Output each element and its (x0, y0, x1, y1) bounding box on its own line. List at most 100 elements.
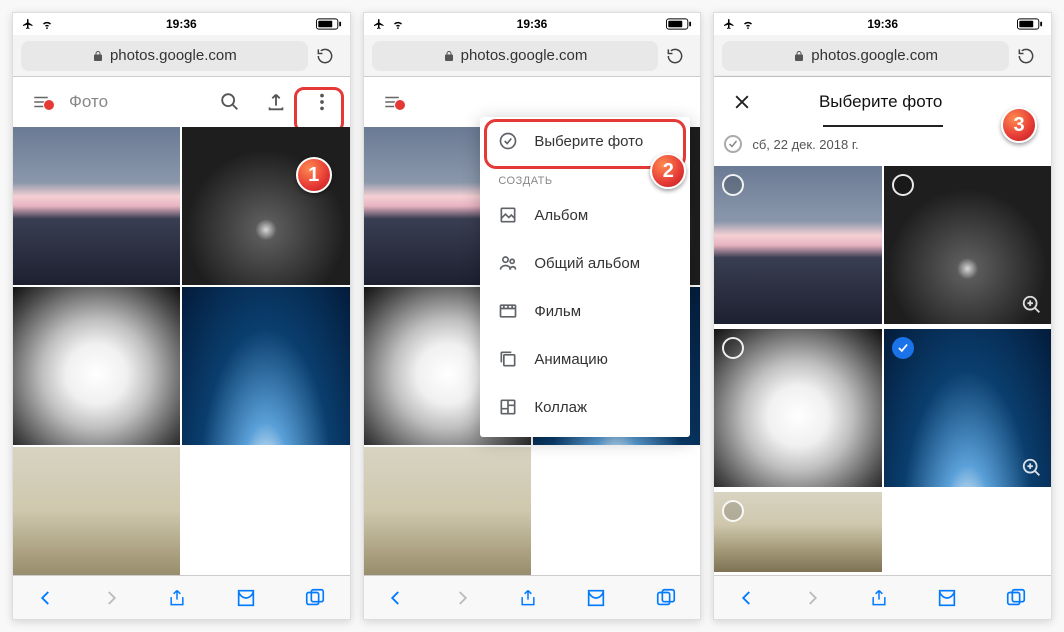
bookmarks-button[interactable] (585, 587, 607, 609)
menu-item-animation[interactable]: Анимацию (480, 335, 690, 383)
status-time: 19:36 (517, 17, 548, 31)
menu-item-shared-album[interactable]: Общий альбом (480, 239, 690, 287)
url-field[interactable]: photos.google.com (722, 41, 1009, 71)
reload-icon[interactable] (1016, 46, 1036, 66)
battery-icon (1017, 18, 1043, 30)
menu-item-collage[interactable]: Коллаж (480, 383, 690, 431)
collage-icon (498, 397, 518, 417)
status-bar: 19:36 (13, 13, 350, 35)
notification-dot (43, 99, 55, 111)
photo-thumbnail[interactable] (714, 166, 881, 324)
app-header: Фото (13, 77, 350, 127)
album-icon (498, 205, 518, 225)
reload-icon[interactable] (315, 46, 335, 66)
upload-button[interactable] (254, 91, 298, 113)
menu-item-album[interactable]: Альбом (480, 191, 690, 239)
bookmarks-button[interactable] (235, 587, 257, 609)
photo-thumbnail[interactable] (182, 287, 349, 445)
close-selection-button[interactable] (720, 92, 764, 112)
safari-toolbar (364, 575, 701, 619)
browser-url-bar: photos.google.com (13, 35, 350, 77)
safari-toolbar (714, 575, 1051, 619)
airplane-mode-icon (372, 18, 386, 30)
reload-icon[interactable] (665, 46, 685, 66)
photo-thumbnail[interactable] (884, 166, 1051, 324)
status-time: 19:36 (166, 17, 197, 31)
photo-thumbnail[interactable] (714, 329, 881, 487)
url-text: photos.google.com (811, 47, 938, 64)
wifi-icon (740, 18, 756, 30)
selection-check-icon[interactable] (892, 337, 914, 359)
lock-icon (443, 49, 455, 63)
menu-button[interactable] (19, 93, 63, 111)
tabs-button[interactable] (655, 587, 677, 609)
step-badge-1: 1 (296, 157, 332, 193)
photo-thumbnail[interactable] (364, 447, 531, 575)
status-bar: 19:36 (364, 13, 701, 35)
selection-header: Выберите фото (714, 77, 1051, 127)
safari-toolbar (13, 575, 350, 619)
url-text: photos.google.com (461, 47, 588, 64)
wifi-icon (390, 18, 406, 30)
shared-album-icon (498, 253, 518, 273)
notification-dot (394, 99, 406, 111)
url-field[interactable]: photos.google.com (21, 41, 308, 71)
menu-item-label: Анимацию (534, 351, 608, 368)
selection-circle-icon[interactable] (722, 174, 744, 196)
photo-thumbnail[interactable] (714, 492, 881, 572)
page-title: Фото (65, 92, 206, 112)
url-field[interactable]: photos.google.com (372, 41, 659, 71)
battery-icon (316, 18, 342, 30)
battery-icon (666, 18, 692, 30)
menu-item-label: Коллаж (534, 399, 587, 416)
more-button[interactable] (300, 91, 344, 113)
browser-url-bar: photos.google.com (364, 35, 701, 77)
forward-button[interactable] (803, 587, 821, 609)
photo-thumbnail-selected[interactable] (884, 329, 1051, 487)
selection-circle-icon[interactable] (722, 500, 744, 522)
search-button[interactable] (208, 91, 252, 113)
browser-url-bar: photos.google.com (714, 35, 1051, 77)
forward-button[interactable] (453, 587, 471, 609)
share-button[interactable] (167, 586, 187, 610)
menu-item-movie[interactable]: Фильм (480, 287, 690, 335)
check-circle-icon (498, 131, 518, 151)
date-group-header[interactable]: сб, 22 дек. 2018 г. (714, 127, 1051, 161)
tabs-button[interactable] (304, 587, 326, 609)
forward-button[interactable] (102, 587, 120, 609)
url-text: photos.google.com (110, 47, 237, 64)
zoom-icon[interactable] (1021, 457, 1043, 479)
wifi-icon (39, 18, 55, 30)
menu-item-label: Выберите фото (534, 133, 643, 150)
status-time: 19:36 (867, 17, 898, 31)
tabs-button[interactable] (1005, 587, 1027, 609)
photo-grid (13, 127, 350, 575)
photo-thumbnail[interactable] (13, 287, 180, 445)
share-button[interactable] (518, 586, 538, 610)
selection-circle-icon[interactable] (892, 174, 914, 196)
select-all-day-checkbox[interactable] (724, 135, 742, 153)
airplane-mode-icon (722, 18, 736, 30)
phone-screen-1: 19:36 photos.google.com Фото 1 (12, 12, 351, 620)
photo-thumbnail[interactable] (13, 447, 180, 575)
zoom-icon[interactable] (1021, 294, 1043, 316)
movie-icon (498, 301, 518, 321)
status-bar: 19:36 (714, 13, 1051, 35)
animation-icon (498, 349, 518, 369)
share-button[interactable] (869, 586, 889, 610)
step-badge-3: 3 (1001, 107, 1037, 143)
menu-button[interactable] (370, 93, 414, 111)
back-button[interactable] (738, 587, 756, 609)
bookmarks-button[interactable] (936, 587, 958, 609)
lock-icon (92, 49, 104, 63)
phone-screen-2: 19:36 photos.google.com Выбери (363, 12, 702, 620)
back-button[interactable] (387, 587, 405, 609)
menu-item-label: Общий альбом (534, 255, 640, 272)
selection-circle-icon[interactable] (722, 337, 744, 359)
menu-item-label: Фильм (534, 303, 581, 320)
photo-thumbnail[interactable] (182, 127, 349, 285)
photo-thumbnail[interactable] (13, 127, 180, 285)
phone-screen-3: 19:36 photos.google.com Выберите фото 3 … (713, 12, 1052, 620)
back-button[interactable] (37, 587, 55, 609)
date-label: сб, 22 дек. 2018 г. (752, 137, 858, 152)
